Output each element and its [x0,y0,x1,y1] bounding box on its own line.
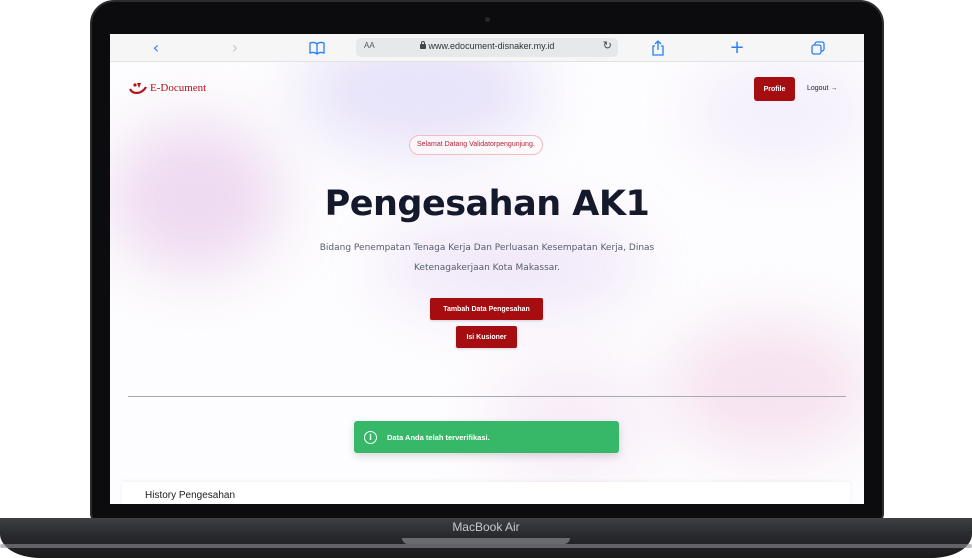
url-text: www.edocument-disnaker.my.id [428,41,555,51]
camera-icon [485,17,490,22]
forward-icon[interactable]: › [225,39,245,57]
page-subtitle: Bidang Penempatan Tenaga Kerja Dan Perlu… [319,243,655,273]
address-bar[interactable]: AA www.edocument-disnaker.my.id ↻ [356,38,618,57]
fill-survey-button[interactable]: Isi Kusioner [456,326,517,348]
share-icon[interactable] [648,39,668,57]
page-title: Pengesahan AK1 [324,184,650,224]
base-notch [402,538,570,544]
profile-button[interactable]: Profile [754,77,795,101]
logout-link[interactable]: Logout → [807,85,837,92]
bookmarks-icon[interactable] [307,39,327,57]
new-tab-icon[interactable]: + [727,39,747,57]
add-validation-button[interactable]: Tambah Data Pengesahan [430,298,543,320]
history-title: History Pengesahan [145,490,236,501]
browser-toolbar: ‹ › AA www.edocument-disnaker.my.id ↻ + [110,34,864,62]
logo-icon [128,81,148,95]
reload-icon[interactable]: ↻ [603,39,612,52]
info-icon: i [364,430,377,444]
alert-message: Data Anda telah terverifikasi. [387,432,490,442]
success-alert: i Data Anda telah terverifikasi. [354,421,619,453]
lock-icon [419,41,426,49]
logo-text: E-Document [150,82,207,94]
device-label: MacBook Air [452,520,520,534]
logo[interactable]: E-Document [128,78,206,98]
base-edge [0,544,972,548]
web-page: E-Document Profile Logout → Selamat Data… [110,62,864,504]
tabs-icon[interactable] [808,39,828,57]
divider [128,396,846,397]
back-icon[interactable]: ‹ [146,39,166,57]
screen: ‹ › AA www.edocument-disnaker.my.id ↻ + [110,34,864,504]
welcome-badge: Selamat Datang Validatorpengunjung. [409,135,543,155]
